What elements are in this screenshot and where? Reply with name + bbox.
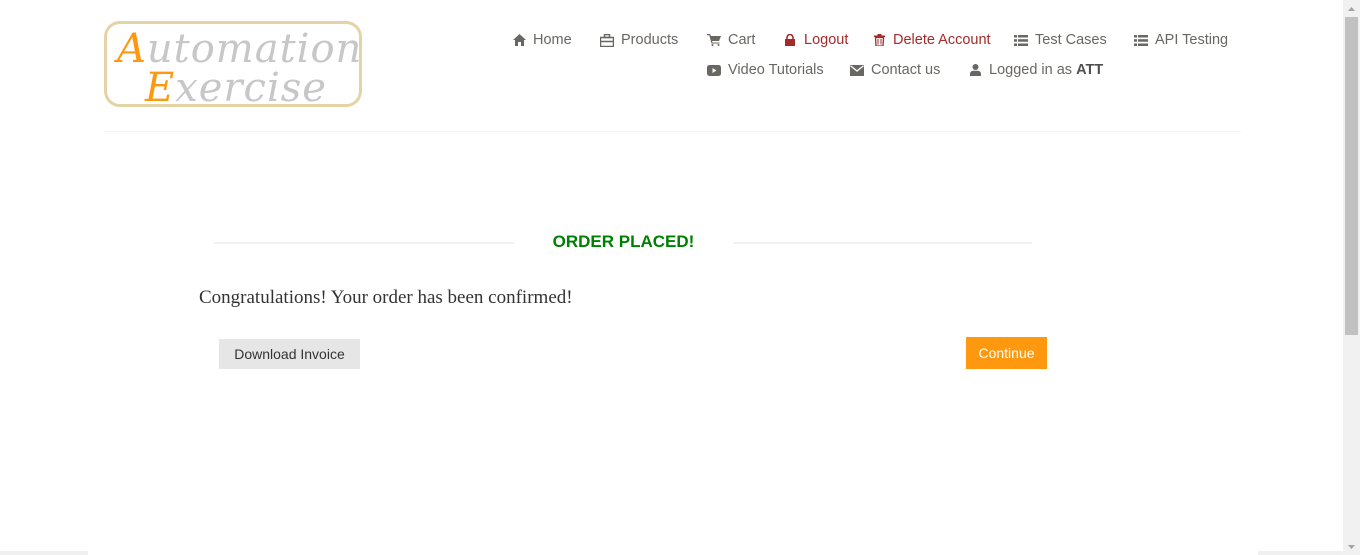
nav-delete-account[interactable]: Delete Account [872,32,991,48]
order-placed-title: ORDER PLACED! [552,232,695,251]
logged-in-username: ATT [1076,62,1104,78]
scrollbar-thumb[interactable] [1345,17,1358,335]
scroll-up-arrow-icon[interactable] [1343,0,1360,17]
nav-api-testing[interactable]: API Testing [1134,32,1228,48]
nav-home[interactable]: Home [512,32,572,48]
cart-icon [707,33,721,47]
envelope-icon [850,63,864,77]
title-divider-left [214,242,514,244]
order-confirmation-message: Congratulations! Your order has been con… [199,287,573,308]
order-title-row: ORDER PLACED! [214,230,1032,254]
header-divider [104,131,1241,132]
page-margin [0,0,88,555]
nav-test-cases[interactable]: Test Cases [1014,32,1107,48]
nav-logged-in-as: Logged in as ATT [968,62,1103,78]
vertical-scrollbar[interactable] [1343,0,1360,555]
site-logo[interactable]: Automation Exercise [104,21,363,111]
logo-line-2: Exercise [145,65,327,111]
page-bottom-edge [0,551,88,555]
nav-contact-us[interactable]: Contact us [850,62,940,78]
products-icon [600,33,614,47]
scroll-down-arrow-icon[interactable] [1343,538,1360,555]
page-bottom-edge-right [1258,551,1343,555]
list-icon [1014,33,1028,47]
logo-line-1: Automation [117,26,363,72]
list-icon [1134,33,1148,47]
nav-logout[interactable]: Logout [783,32,848,48]
youtube-play-icon [707,63,721,77]
nav-products[interactable]: Products [600,32,678,48]
nav-video-tutorials[interactable]: Video Tutorials [707,62,824,78]
download-invoice-button[interactable]: Download Invoice [219,339,360,369]
trash-icon [872,33,886,47]
title-divider-right [733,242,1032,244]
home-icon [512,33,526,47]
continue-button[interactable]: Continue [966,337,1047,369]
user-icon [968,63,982,77]
lock-icon [783,33,797,47]
nav-cart[interactable]: Cart [707,32,755,48]
